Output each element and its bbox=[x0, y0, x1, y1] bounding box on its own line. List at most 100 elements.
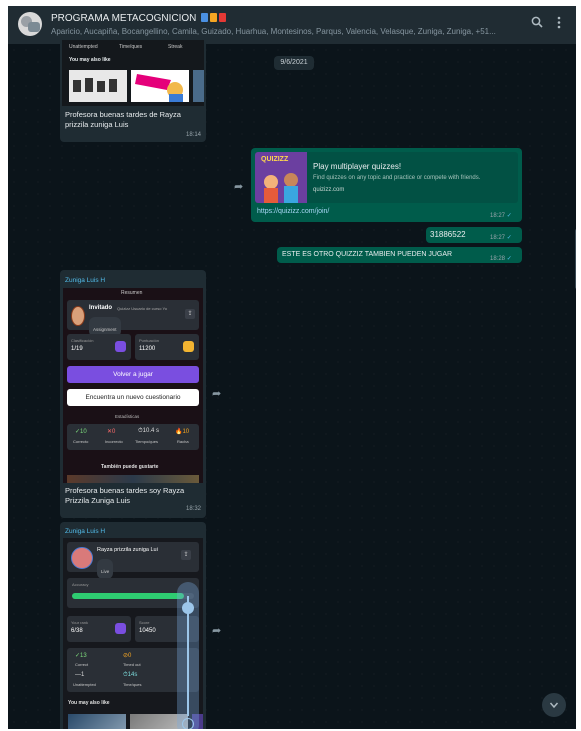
rank-label: Clasificación bbox=[71, 338, 94, 343]
chat-header[interactable]: PROGRAMA METACOGNICION Aparicio, Aucapiñ… bbox=[8, 6, 576, 44]
preview-domain: quizizz.com bbox=[313, 187, 345, 193]
message-time: 18:32 bbox=[186, 506, 202, 512]
read-check-icon: ✓ bbox=[506, 213, 512, 219]
unattempted-stat: —1 bbox=[75, 672, 85, 678]
score-value: 11200 bbox=[139, 346, 156, 352]
quizizz-thumbnail: QUIZIZZ bbox=[255, 152, 307, 203]
slider-track bbox=[187, 596, 189, 716]
message-time: 18:27 ✓ bbox=[490, 213, 512, 219]
score-label: Score bbox=[139, 620, 150, 625]
player-avatar bbox=[71, 306, 85, 326]
suggestion-thumbnails bbox=[67, 475, 199, 483]
stat-label: Tiempo/ques bbox=[135, 439, 158, 444]
player-name: Invitado bbox=[89, 305, 113, 311]
crown-icon bbox=[115, 623, 126, 634]
preview-description: Find quizzes on any topic and practice o… bbox=[313, 175, 481, 181]
forward-icon[interactable]: ➦ bbox=[234, 180, 243, 193]
rank-card: Clasificación 1/19 bbox=[67, 334, 131, 360]
preview-heading: You may also like bbox=[69, 57, 111, 63]
timed-out-stat: ⊘0 bbox=[123, 653, 132, 659]
group-avatar[interactable] bbox=[18, 12, 42, 36]
group-name: PROGRAMA METACOGNICION bbox=[51, 13, 197, 24]
image-message[interactable]: Zuniga Luis H Resumen Invitado Quizizz U… bbox=[60, 270, 206, 518]
message-time: 18:14 bbox=[186, 132, 202, 138]
stat-label: Unattempted bbox=[73, 682, 96, 687]
image-message[interactable]: Unattempted Time/ques Streak You may als… bbox=[60, 40, 206, 142]
player-avatar bbox=[71, 547, 93, 569]
message-text: ESTE ES OTRO QUIZZIZ TAMBIEN PUEDEN JUGA… bbox=[282, 251, 453, 258]
blue-square-emoji-icon bbox=[201, 13, 209, 22]
stat-label: Racha bbox=[177, 439, 189, 444]
find-quiz-button[interactable]: Encuentra un nuevo cuestionario bbox=[67, 389, 199, 406]
shot-header: Resumen bbox=[121, 290, 143, 296]
red-square-emoji-icon bbox=[219, 13, 227, 22]
time-stat: ⏱14s bbox=[123, 672, 138, 678]
sender-name: Zuniga Luis H bbox=[65, 277, 106, 284]
image-message[interactable]: Zuniga Luis H Rayza prizzila zuniga Lui … bbox=[60, 522, 206, 729]
orange-square-emoji-icon bbox=[210, 13, 218, 22]
date-separator: 9/6/2021 bbox=[274, 56, 314, 70]
accuracy-fill bbox=[72, 593, 185, 599]
kebab-menu-icon[interactable] bbox=[557, 16, 561, 31]
preview-title: Play multiplayer quizzes! bbox=[313, 162, 402, 171]
message-time: 18:28 ✓ bbox=[490, 256, 512, 262]
stat-label: Correct bbox=[75, 662, 89, 667]
correct-stat: ✓10 bbox=[75, 429, 87, 435]
link-preview-card[interactable]: QUIZIZZ Play multiplayer quizzes! Find q… bbox=[255, 152, 518, 203]
search-icon[interactable] bbox=[531, 16, 543, 30]
outgoing-text-message[interactable]: 31886522 18:27 ✓ bbox=[426, 227, 522, 243]
chevron-down-icon[interactable] bbox=[542, 693, 566, 717]
slider-reset-icon[interactable] bbox=[182, 718, 194, 729]
screenshot-image[interactable]: Resumen Invitado Quizizz Usuario de curs… bbox=[63, 288, 203, 483]
message-link[interactable]: https://quizizz.com/join/ bbox=[257, 208, 329, 215]
outgoing-link-message[interactable]: QUIZIZZ Play multiplayer quizzes! Find q… bbox=[251, 148, 522, 222]
outgoing-text-message[interactable]: ESTE ES OTRO QUIZZIZ TAMBIEN PUEDEN JUGA… bbox=[277, 247, 522, 263]
forward-icon[interactable]: ➦ bbox=[212, 624, 221, 637]
crown-icon bbox=[115, 341, 126, 352]
scrollbar[interactable] bbox=[575, 229, 576, 289]
accuracy-label: Accuracy bbox=[72, 582, 89, 587]
stat-label: Time/ques bbox=[123, 682, 142, 687]
suggest-heading: También puede gustarte bbox=[101, 464, 159, 470]
score-value: 10450 bbox=[139, 628, 156, 634]
player-card: Invitado Quizizz Usuario de curso Yo Ass… bbox=[67, 300, 199, 337]
quiz-thumbnail bbox=[69, 70, 127, 102]
rank-value: 6/38 bbox=[71, 628, 83, 634]
preview-tab: Streak bbox=[168, 44, 183, 50]
message-caption: Profesora buenas tardes soy Rayza Prizzi… bbox=[65, 486, 185, 505]
rank-label: Your rank bbox=[71, 620, 88, 625]
quiz-thumbnail bbox=[131, 70, 189, 102]
stats-heading: Estadísticas bbox=[115, 414, 140, 419]
screenshot-image[interactable]: Rayza prizzila zuniga Lui Live ⇪ Accurac… bbox=[63, 538, 203, 729]
group-title[interactable]: PROGRAMA METACOGNICION bbox=[51, 13, 227, 24]
also-like-heading: You may also like bbox=[68, 700, 110, 706]
quiz-thumbnail bbox=[193, 70, 204, 102]
screenshot-image[interactable]: Unattempted Time/ques Streak You may als… bbox=[62, 40, 204, 106]
streak-stat: 🔥10 bbox=[175, 429, 190, 435]
score-card: Puntuación 11200 bbox=[135, 334, 199, 360]
stat-label: Incorrecto bbox=[105, 439, 123, 444]
forward-icon[interactable]: ➦ bbox=[212, 387, 221, 400]
slider-thumb[interactable] bbox=[182, 602, 194, 614]
share-icon[interactable]: ⇪ bbox=[185, 309, 195, 319]
rank-value: 1/19 bbox=[71, 346, 83, 352]
chat-area[interactable]: Unattempted Time/ques Streak You may als… bbox=[8, 40, 576, 729]
play-again-button[interactable]: Volver a jugar bbox=[67, 366, 199, 383]
stat-label: Correcto bbox=[73, 439, 89, 444]
message-time: 18:27 ✓ bbox=[490, 235, 512, 241]
incorrect-stat: ✕0 bbox=[107, 429, 116, 435]
player-name: Rayza prizzila zuniga Lui bbox=[97, 547, 158, 553]
zoom-slider[interactable] bbox=[177, 582, 199, 729]
player-card: Rayza prizzila zuniga Lui Live ⇪ bbox=[67, 542, 199, 579]
share-icon[interactable]: ⇪ bbox=[181, 550, 191, 560]
message-text: 31886522 bbox=[430, 230, 466, 239]
score-label: Puntuación bbox=[139, 338, 160, 343]
rank-card: Your rank 6/38 bbox=[67, 616, 131, 642]
stat-label: Timed out bbox=[123, 662, 141, 667]
accuracy-bar bbox=[72, 593, 194, 599]
correct-stat: ✓13 bbox=[75, 653, 87, 659]
whatsapp-window: PROGRAMA METACOGNICION Aparicio, Aucapiñ… bbox=[8, 6, 576, 729]
player-sub: Quizizz Usuario de curso Yo bbox=[117, 306, 168, 311]
quiz-thumbnail bbox=[68, 714, 126, 729]
read-check-icon: ✓ bbox=[506, 256, 512, 262]
